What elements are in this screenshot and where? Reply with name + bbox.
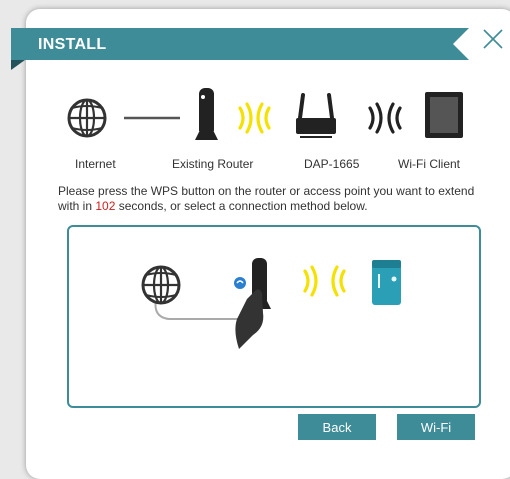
wps-badge-icon [234,277,246,289]
globe-icon [67,98,107,138]
router-icon [195,88,218,140]
extender-device-icon [372,260,401,305]
label-dap-1665: DAP-1665 [304,157,360,171]
label-wifi-client: Wi-Fi Client [398,157,460,171]
globe-icon [141,265,181,305]
topology-diagram [67,88,463,140]
wifi-signal-icon [303,265,346,297]
wifi-signal-icon [238,102,271,134]
wifi-signal-icon-2 [368,102,402,134]
wps-animation-panel [67,225,481,408]
label-existing-router: Existing Router [172,157,254,171]
countdown-seconds: 102 [95,199,116,213]
hand-pressing-icon [235,289,264,349]
wps-animation [141,258,401,349]
instruction-text: Please press the WPS button on the route… [58,184,494,214]
tablet-icon [425,92,463,138]
wifi-button[interactable]: Wi-Fi [397,414,475,440]
label-internet: Internet [75,157,116,171]
instruction-text-after: seconds, or select a connection method b… [115,199,368,213]
extender-icon [296,93,336,138]
back-button[interactable]: Back [298,414,376,440]
